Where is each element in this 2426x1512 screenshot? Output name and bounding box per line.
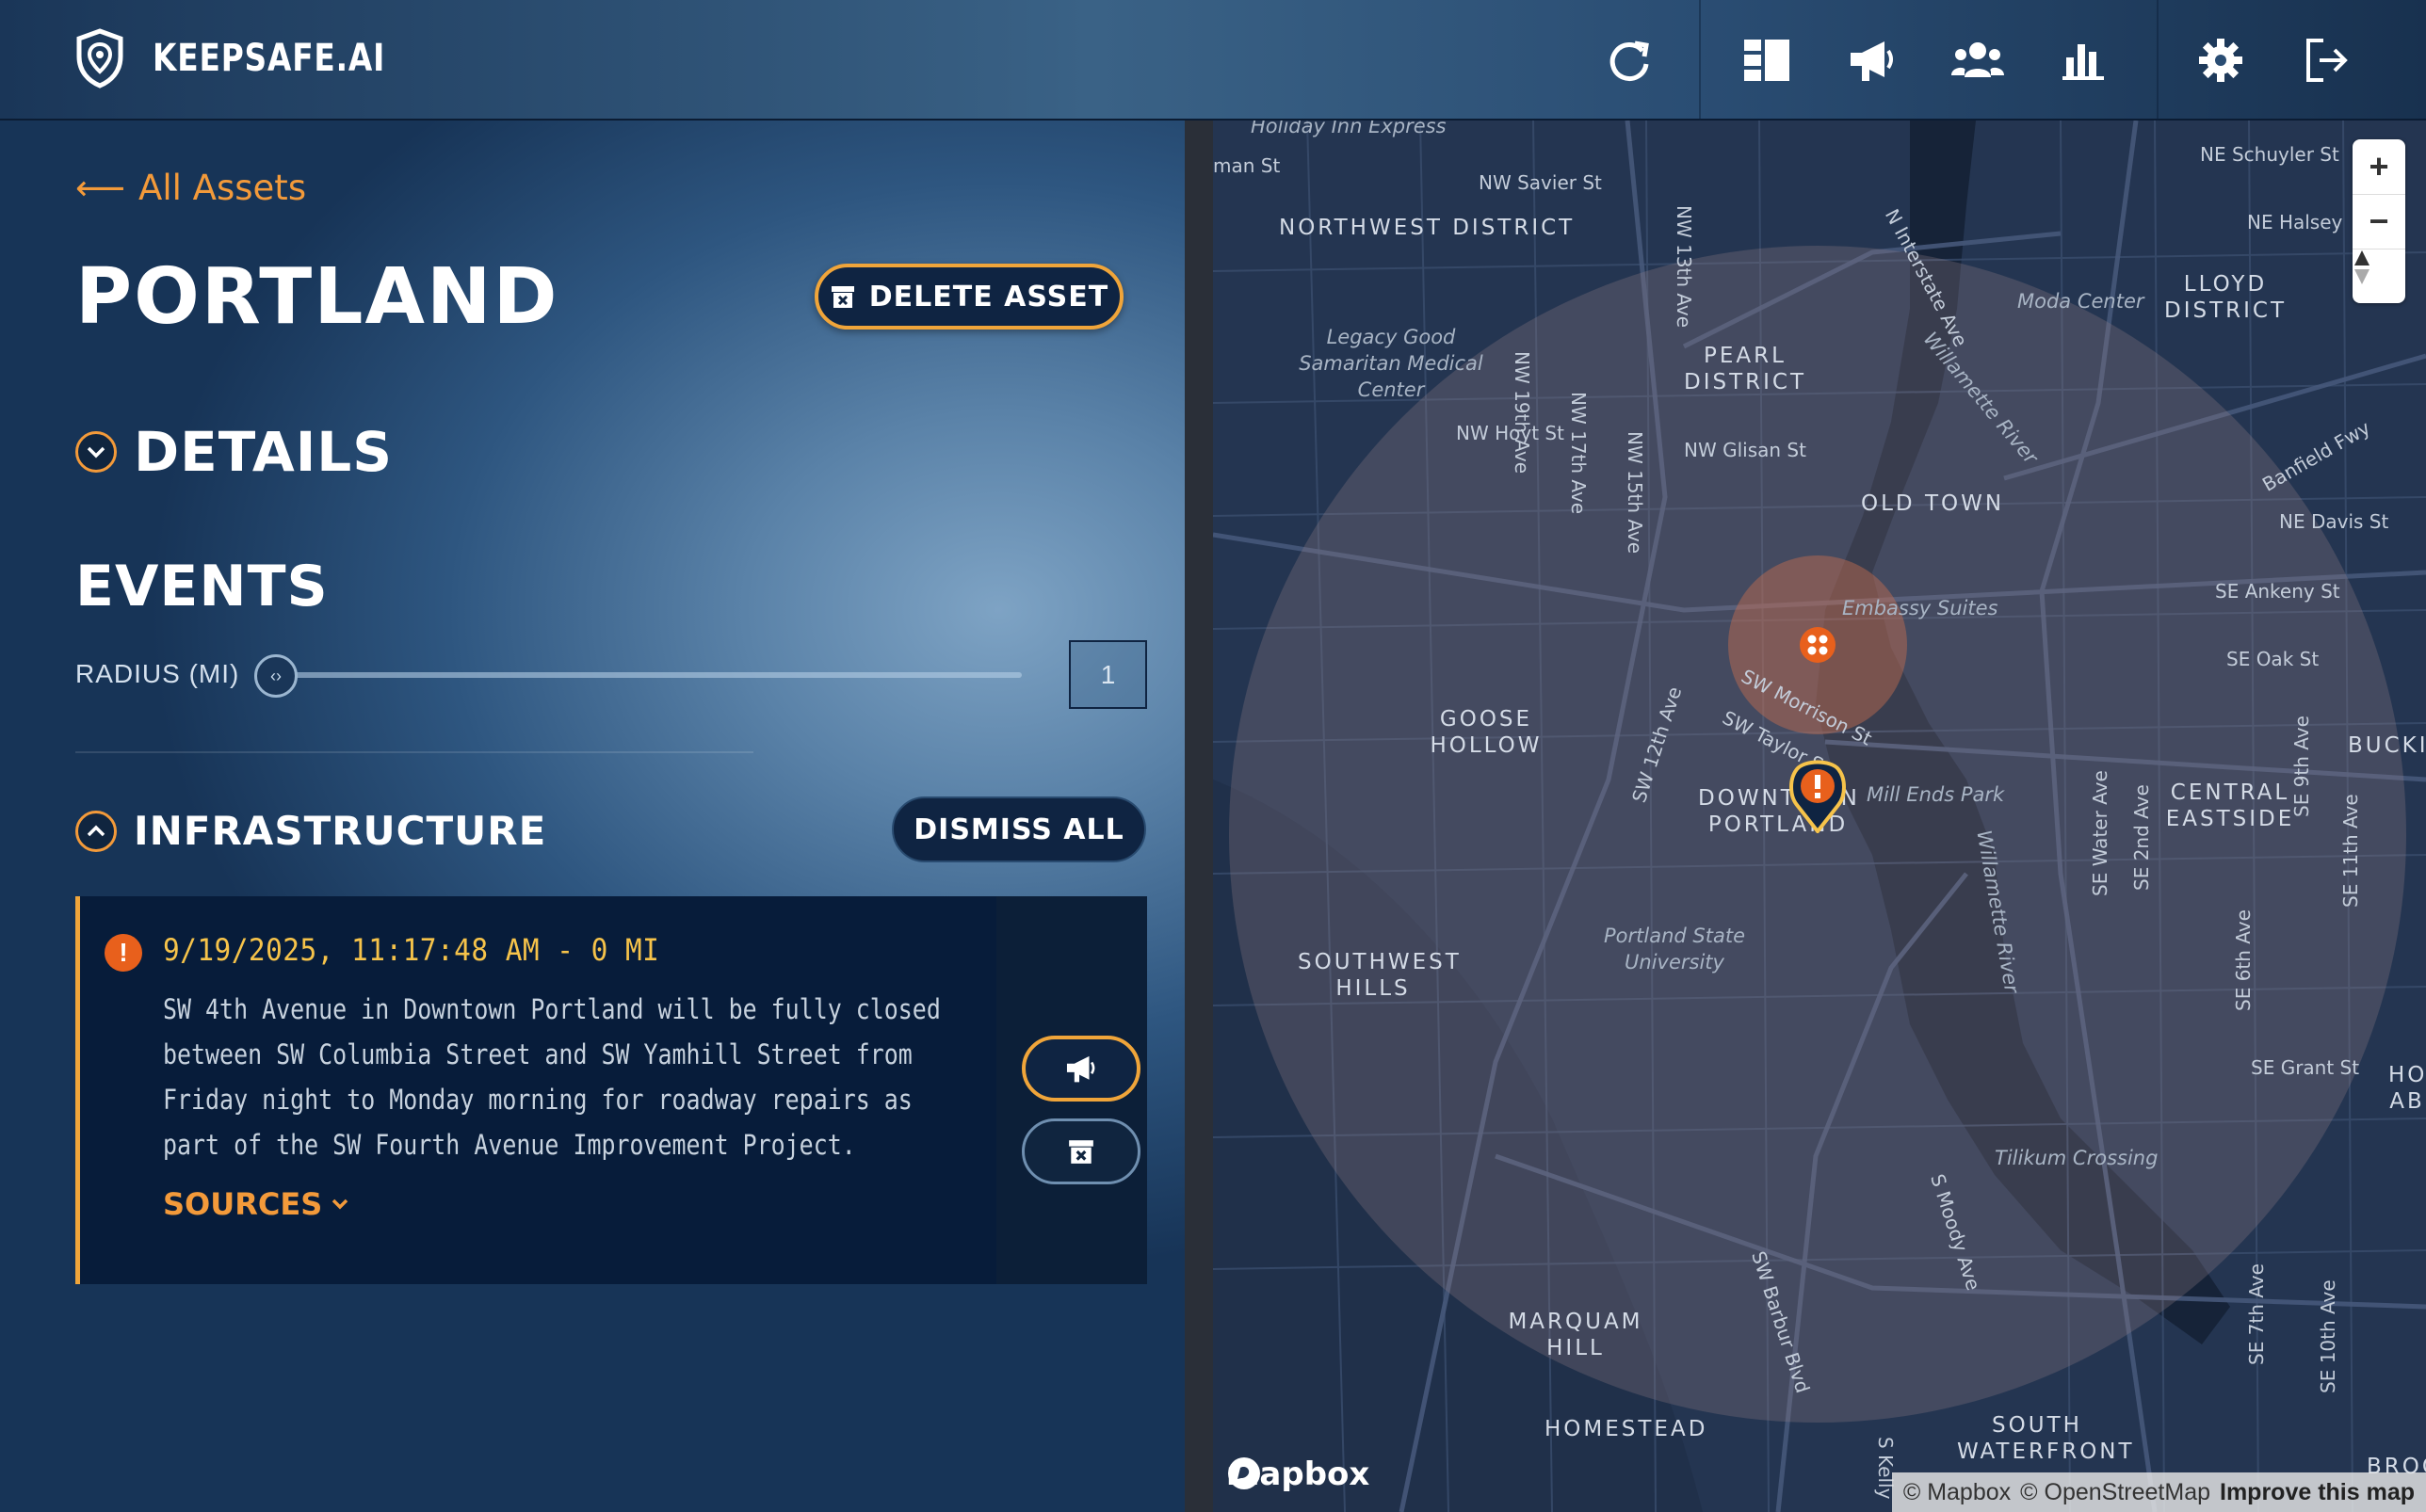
poi-label: Portland State University bbox=[1604, 925, 1745, 973]
map-label-homestead: HOMESTEAD bbox=[1545, 1417, 1708, 1441]
megaphone-icon[interactable] bbox=[1844, 32, 1900, 88]
street-label: NE Halsey bbox=[2247, 211, 2343, 233]
street-label: NE Schuyler St bbox=[2200, 143, 2339, 166]
map-label-lloyd-district: LLOYD DISTRICT bbox=[2163, 272, 2287, 323]
street-label: SE Ankeny St bbox=[2215, 580, 2340, 603]
compass-button[interactable] bbox=[2353, 249, 2405, 303]
zoom-in-button[interactable]: + bbox=[2353, 139, 2405, 194]
radius-input[interactable]: 1 bbox=[1069, 640, 1147, 709]
map-navigation-control: + − bbox=[2353, 139, 2405, 303]
brand-logo[interactable]: KEEPSAFE.AI bbox=[75, 28, 436, 88]
chevron-down-icon bbox=[75, 431, 117, 473]
shield-pin-icon bbox=[76, 28, 123, 88]
map-label-northwest-district: NORTHWEST DISTRICT bbox=[1279, 216, 1576, 240]
alert-icon: ! bbox=[105, 934, 142, 972]
map-view[interactable]: NORTHWEST DISTRICT PEARL DISTRICT LLOYD … bbox=[1213, 121, 2426, 1512]
mapbox-icon bbox=[1228, 1457, 1260, 1489]
bar-chart-icon[interactable] bbox=[2055, 32, 2111, 88]
map-label-southwest-hills: SOUTHWEST HILLS bbox=[1298, 950, 1462, 1001]
delete-asset-label: DELETE ASSET bbox=[868, 280, 1109, 314]
poi-label: Embassy Suites bbox=[1842, 597, 1998, 619]
map-label-marquam-hill: MARQUAM HILL bbox=[1508, 1310, 1643, 1360]
poi-label: Moda Center bbox=[2017, 290, 2144, 313]
compass-icon bbox=[2354, 250, 2369, 284]
arrow-left-icon: ⟵ bbox=[75, 168, 126, 208]
all-assets-label: All Assets bbox=[138, 168, 307, 208]
poi-label: Holiday Inn Express bbox=[1251, 121, 1447, 137]
map-label-old-town: OLD TOWN bbox=[1861, 491, 2005, 516]
details-toggle[interactable]: DETAILS bbox=[75, 420, 393, 484]
map-label-central-eastside: CENTRAL EASTSIDE bbox=[2165, 780, 2295, 831]
announce-button[interactable] bbox=[1022, 1036, 1140, 1102]
nav-separator bbox=[2157, 0, 2159, 121]
street-label: SE Grant St bbox=[2251, 1056, 2360, 1079]
map-label-pearl-district: PEARL DISTRICT bbox=[1683, 344, 1806, 394]
map-label-buckman: BUCKI bbox=[2348, 733, 2426, 758]
event-card: ! 9/19/2025, 11:17:48 AM - 0 MI SW 4th A… bbox=[75, 896, 1147, 1284]
refresh-icon[interactable] bbox=[1601, 32, 1658, 88]
map-label-south-waterfront: SOUTH WATERFRONT bbox=[1957, 1413, 2135, 1464]
street-label: SE 11th Ave bbox=[2339, 794, 2362, 908]
panel-splitter[interactable] bbox=[1185, 121, 1213, 1512]
street-label: NW Savier St bbox=[1479, 171, 1602, 194]
street-label: SE 6th Ave bbox=[2232, 909, 2255, 1011]
attribution-mapbox-link[interactable]: © Mapbox bbox=[1903, 1479, 2011, 1506]
street-label: NW Glisan St bbox=[1684, 439, 1806, 461]
dismiss-all-button[interactable]: DISMISS ALL bbox=[892, 796, 1146, 862]
street-label: NW 19th Ave bbox=[1511, 351, 1533, 475]
radius-label: RADIUS (MI) bbox=[75, 659, 240, 688]
archive-x-icon bbox=[1069, 1140, 1093, 1164]
events-title: EVENTS bbox=[75, 554, 329, 619]
street-label: SE 10th Ave bbox=[2317, 1279, 2339, 1393]
poi-label: Mill Ends Park bbox=[1867, 783, 2005, 806]
street-label: NW Hoyt St bbox=[1456, 422, 1564, 444]
event-timestamp: 9/19/2025, 11:17:48 AM - 0 MI bbox=[163, 932, 660, 968]
zoom-out-button[interactable]: − bbox=[2353, 194, 2405, 249]
archive-button[interactable] bbox=[1022, 1118, 1140, 1184]
event-description: SW 4th Avenue in Downtown Portland will … bbox=[163, 993, 941, 1161]
details-label: DETAILS bbox=[134, 420, 394, 484]
map-label-goose-hollow: GOOSE HOLLOW bbox=[1430, 707, 1543, 758]
street-label: SE 7th Ave bbox=[2245, 1263, 2268, 1365]
page-title: PORTLAND bbox=[75, 252, 559, 342]
archive-x-icon bbox=[831, 286, 854, 308]
brand-name: KEEPSAFE.AI bbox=[153, 37, 386, 80]
poi-label: Tilikum Crossing bbox=[1995, 1147, 2159, 1169]
logout-icon[interactable] bbox=[2298, 32, 2354, 88]
attribution-osm-link[interactable]: © OpenStreetMap bbox=[2020, 1479, 2210, 1506]
street-label: SE 9th Ave bbox=[2290, 716, 2313, 817]
street-label: SE Oak St bbox=[2226, 648, 2320, 670]
street-label: NE Davis St bbox=[2279, 510, 2389, 533]
poi-label: Legacy Good Samaritan Medical Center bbox=[1299, 326, 1483, 401]
users-icon[interactable] bbox=[1949, 32, 2006, 88]
street-label: NW 15th Ave bbox=[1624, 431, 1646, 555]
radius-slider-track[interactable] bbox=[273, 672, 1022, 678]
map-attribution: © Mapbox © OpenStreetMap Improve this ma… bbox=[1891, 1472, 2426, 1512]
asset-detail-panel: ⟵ All Assets PORTLAND DELETE ASSET DETAI… bbox=[0, 121, 1185, 1512]
street-label: man St bbox=[1213, 154, 1281, 177]
street-label: NW 17th Ave bbox=[1567, 392, 1590, 515]
infrastructure-toggle[interactable]: INFRASTRUCTURE bbox=[75, 808, 546, 854]
top-nav-bar: KEEPSAFE.AI bbox=[0, 0, 2426, 121]
dashboard-icon[interactable] bbox=[1739, 32, 1795, 88]
map-label-hosford-abernethy: HO AB bbox=[2388, 1063, 2426, 1114]
chevron-down-icon bbox=[332, 1198, 348, 1210]
drag-handle-icon: ‹› bbox=[270, 666, 282, 685]
mapbox-logo[interactable]: mapbox bbox=[1226, 1456, 1369, 1493]
street-label: SE 2nd Ave bbox=[2130, 784, 2153, 891]
street-label: SE Water Ave bbox=[2089, 770, 2111, 896]
sources-label: SOURCES bbox=[163, 1186, 323, 1222]
all-assets-link[interactable]: ⟵ All Assets bbox=[75, 168, 306, 208]
street-label: NW 13th Ave bbox=[1673, 205, 1695, 329]
delete-asset-button[interactable]: DELETE ASSET bbox=[815, 264, 1124, 330]
nav-separator bbox=[1699, 0, 1701, 121]
chevron-up-icon bbox=[75, 810, 117, 852]
radius-slider-thumb[interactable]: ‹› bbox=[254, 654, 298, 698]
infrastructure-label: INFRASTRUCTURE bbox=[134, 808, 547, 854]
improve-map-link[interactable]: Improve this map bbox=[2220, 1479, 2415, 1506]
megaphone-icon bbox=[1066, 1055, 1095, 1083]
gear-icon[interactable] bbox=[2192, 32, 2249, 88]
section-divider bbox=[75, 751, 753, 753]
sources-toggle[interactable]: SOURCES bbox=[163, 1186, 348, 1222]
